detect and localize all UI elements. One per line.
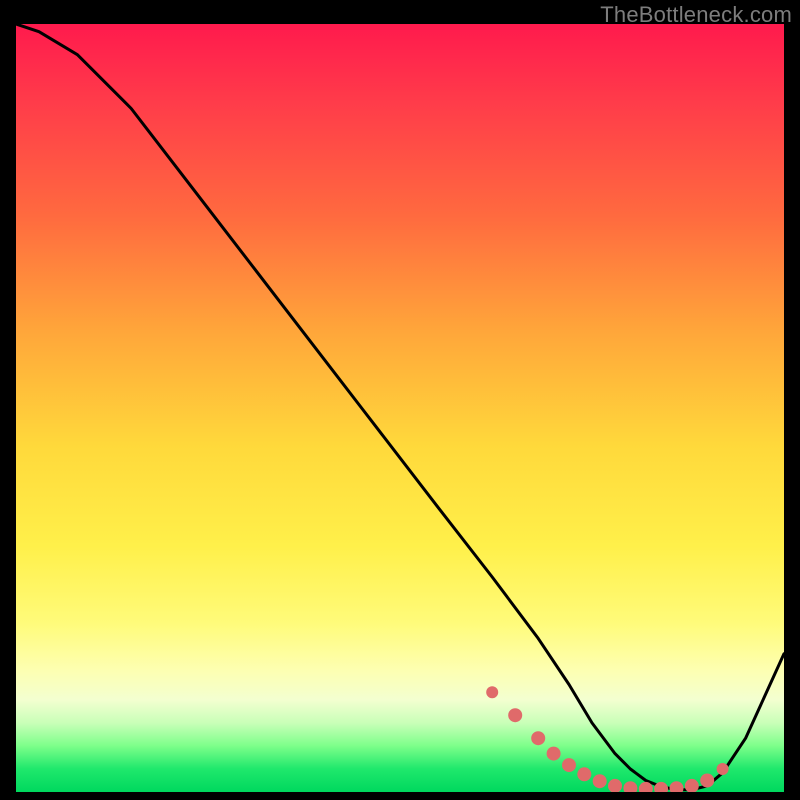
chart-frame [16,24,784,792]
watermark-text: TheBottleneck.com [600,2,792,28]
chart-background-gradient [16,24,784,792]
